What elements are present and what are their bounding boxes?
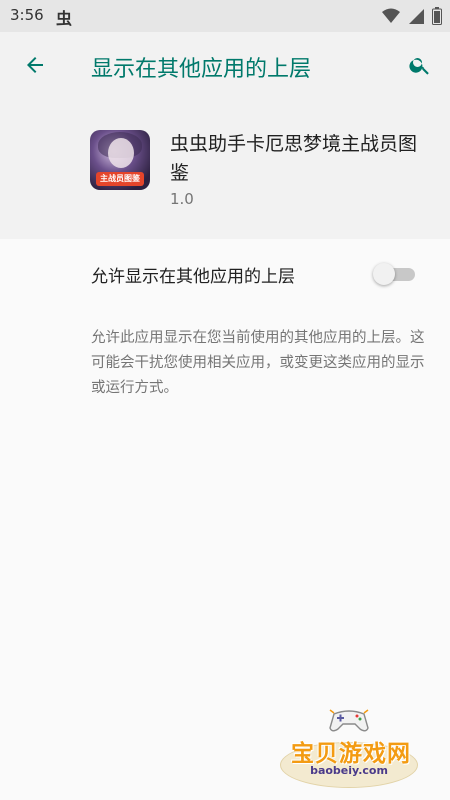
search-button[interactable] [402,49,438,85]
permission-label: 允许显示在其他应用的上层 [91,267,295,287]
signal-icon [408,8,424,28]
status-icons [382,7,442,29]
toggle-thumb [373,263,395,285]
search-icon [408,53,432,81]
wifi-icon [382,8,400,28]
app-icon-banner: 主战员图鉴 [96,172,144,186]
gamepad-icon [329,709,369,732]
app-version: 1.0 [170,190,194,208]
app-icon: 主战员图鉴 [90,130,150,190]
permission-toggle[interactable] [373,263,417,285]
app-icon-face [108,138,134,168]
app-bar: 显示在其他应用的上层 [0,32,450,102]
arrow-left-icon [23,53,47,81]
status-bar: 3:56 虫 [0,0,450,32]
watermark-text: 宝贝游戏网 [291,741,411,767]
page-title: 显示在其他应用的上层 [91,57,312,82]
watermark-logo: 宝贝游戏网 baobeiy.com [276,706,426,790]
permission-row[interactable]: 允许显示在其他应用的上层 [0,240,450,306]
watermark-url: baobeiy.com [310,764,388,777]
battery-icon [432,7,442,29]
app-name: 虫虫助手卡厄思梦境主战员图鉴 [170,133,418,184]
notification-app-icon: 虫 [56,9,73,28]
back-button[interactable] [18,50,52,84]
permission-description: 允许此应用显示在您当前使用的其他应用的上层。这可能会干扰您使用相关应用，或变更这… [91,330,425,396]
status-time: 3:56 [10,6,44,24]
app-info-header: 主战员图鉴 虫虫助手卡厄思梦境主战员图鉴 1.0 [0,102,450,239]
